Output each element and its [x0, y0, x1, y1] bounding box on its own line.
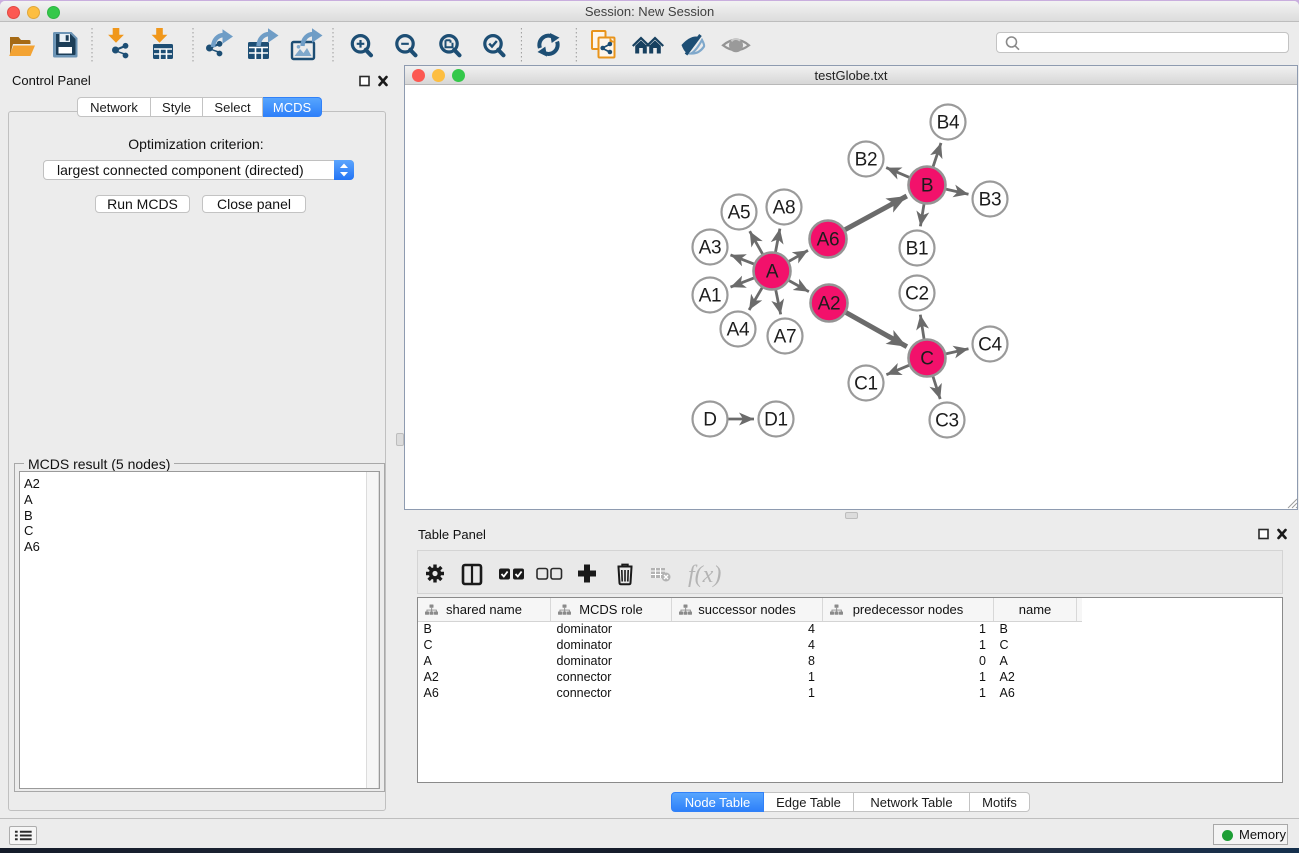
- svg-text:B3: B3: [979, 190, 1002, 211]
- svg-text:D1: D1: [764, 410, 788, 431]
- svg-text:C2: C2: [905, 284, 929, 305]
- svg-text:D: D: [703, 410, 716, 431]
- svg-text:A8: A8: [773, 198, 796, 219]
- svg-text:A2: A2: [818, 294, 841, 315]
- svg-text:B: B: [921, 176, 933, 197]
- svg-text:A4: A4: [727, 320, 750, 341]
- svg-text:A1: A1: [699, 286, 722, 307]
- svg-text:A: A: [766, 262, 779, 283]
- svg-text:A5: A5: [728, 203, 751, 224]
- svg-text:A3: A3: [699, 238, 722, 259]
- svg-text:C4: C4: [978, 335, 1002, 356]
- svg-text:C3: C3: [935, 411, 959, 432]
- svg-text:A6: A6: [817, 230, 840, 251]
- svg-text:A7: A7: [774, 327, 797, 348]
- svg-text:C1: C1: [854, 374, 878, 395]
- svg-text:f(x): f(x): [688, 562, 721, 588]
- svg-text:B4: B4: [937, 113, 960, 134]
- svg-text:B1: B1: [906, 239, 929, 260]
- svg-text:B2: B2: [855, 150, 878, 171]
- svg-text:C: C: [920, 349, 933, 370]
